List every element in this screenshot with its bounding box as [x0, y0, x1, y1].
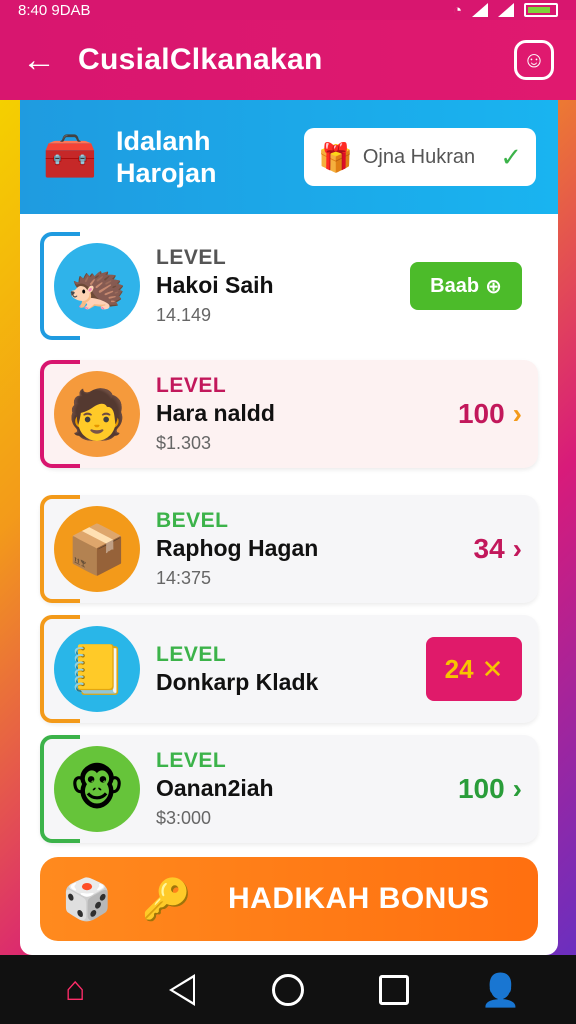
level-label: BEVEL — [156, 509, 229, 532]
chest-icon: 📦 — [54, 506, 140, 592]
reward-select[interactable]: 🎁 Ojna Hukran ✓ — [304, 128, 536, 186]
nav-home-circle[interactable] — [258, 960, 318, 1020]
nav-home[interactable]: ⌂ — [45, 960, 105, 1020]
level-value: 100 — [457, 773, 505, 804]
dice-icon: 🎲 — [62, 877, 112, 922]
status-icons: ◔ — [453, 2, 558, 19]
level-action-button[interactable]: Baab ⊕ — [410, 262, 522, 310]
status-time: 8:40 9DAB — [18, 1, 91, 19]
level-name: Donkarp Kladk — [156, 668, 319, 695]
close-icon: ✕ — [481, 653, 504, 684]
check-icon: ✓ — [500, 141, 522, 172]
mascot-icon[interactable]: ☺ — [514, 40, 554, 80]
app-bar: ← CusialClkanakan ☺ — [0, 20, 576, 100]
level-item[interactable]: 📒 LEVEL Donkarp Kladk 24 ✕ — [40, 615, 538, 723]
home-icon: ⌂ — [64, 970, 86, 1008]
level-action-label: Baab — [430, 274, 480, 297]
main-panel: 🧰 Idalanh Harojan 🎁 Ojna Hukran ✓ 🦔 LEVE… — [20, 100, 558, 955]
app-title: CusialClkanakan — [78, 43, 323, 76]
monkey-gift-icon: 🐵 — [54, 746, 140, 832]
level-item[interactable]: 🦔 LEVEL Hakoi Saih 14.149 Baab ⊕ — [40, 232, 538, 340]
level-label: LEVEL — [156, 642, 227, 666]
bonus-label: HADIKAH BONUS — [228, 882, 490, 915]
chevron-right-icon[interactable]: › — [513, 773, 522, 805]
level-label: LEVEL — [156, 374, 227, 397]
back-triangle-icon — [168, 973, 195, 1006]
level-value: 24 — [444, 653, 474, 684]
search-icon: ⊕ — [485, 275, 502, 298]
level-name: Hara naldd — [156, 400, 275, 426]
level-item[interactable]: 🧑 LEVEL Hara naldd $1.303 100 › — [40, 360, 538, 468]
level-value-button[interactable]: 24 ✕ — [426, 637, 522, 701]
level-sub: 14:375 — [156, 568, 212, 588]
gift-icon: 🎁 — [318, 141, 353, 173]
chevron-right-icon[interactable]: › — [513, 533, 522, 565]
level-name: Raphog Hagan — [156, 535, 319, 561]
signal-icon — [472, 3, 488, 17]
level-value: 100 — [457, 398, 505, 429]
level-info: LEVEL Hakoi Saih 14.149 — [156, 246, 410, 326]
chevron-right-icon[interactable]: › — [513, 398, 522, 430]
level-sub: 14.149 — [156, 305, 212, 325]
level-value: 34 — [473, 533, 505, 564]
panel-title: Idalanh Harojan — [116, 125, 256, 189]
level-info: LEVEL Oanan2iah $3:000 — [156, 749, 458, 829]
level-info: LEVEL Hara naldd $1.303 — [156, 374, 458, 454]
nav-recents[interactable] — [364, 960, 424, 1020]
bonus-button[interactable]: 🎲 🔑 HADIKAH BONUS — [40, 857, 538, 941]
panel-header: 🧰 Idalanh Harojan 🎁 Ojna Hukran ✓ — [20, 100, 558, 214]
level-info: BEVEL Raphog Hagan 14:375 — [156, 509, 474, 589]
circle-home-icon — [271, 973, 304, 1006]
nav-profile[interactable]: 👤 — [471, 960, 531, 1020]
level-item[interactable]: 🐵 LEVEL Oanan2iah $3:000 100 › — [40, 735, 538, 843]
status-bar: 8:40 9DAB ◔ — [0, 0, 576, 20]
bonus-icons: 🎲 🔑 — [62, 876, 212, 923]
wifi-icon: ◔ — [452, 1, 462, 19]
level-sub: $3:000 — [156, 808, 212, 828]
level-name: Oanan2iah — [156, 775, 274, 801]
nav-back[interactable] — [152, 960, 212, 1020]
level-label: LEVEL — [156, 246, 227, 269]
back-arrow-icon[interactable]: ← — [22, 41, 66, 80]
panel-title-line2: Harojan — [116, 158, 217, 188]
panel-title-line1: Idalanh — [116, 126, 211, 156]
hedgehog-icon: 🦔 — [54, 243, 140, 329]
person-icon: 🧑 — [54, 371, 140, 457]
level-info: LEVEL Donkarp Kladk — [156, 643, 426, 696]
key-icon: 🔑 — [141, 877, 192, 922]
level-name: Hakoi Saih — [156, 272, 274, 298]
square-recents-icon — [379, 974, 410, 1005]
signal-icon — [498, 3, 514, 17]
user-icon: 👤 — [480, 971, 521, 1008]
reward-select-value: Ojna Hukran — [362, 145, 476, 168]
bottom-nav: ⌂ 👤 — [0, 955, 576, 1024]
battery-icon — [524, 3, 558, 17]
notebook-icon: 📒 — [54, 626, 140, 712]
level-sub: $1.303 — [156, 433, 212, 453]
treasure-chest-icon: 🧰 — [42, 132, 98, 181]
level-label: LEVEL — [156, 749, 227, 772]
level-item[interactable]: 📦 BEVEL Raphog Hagan 14:375 34 › — [40, 495, 538, 603]
